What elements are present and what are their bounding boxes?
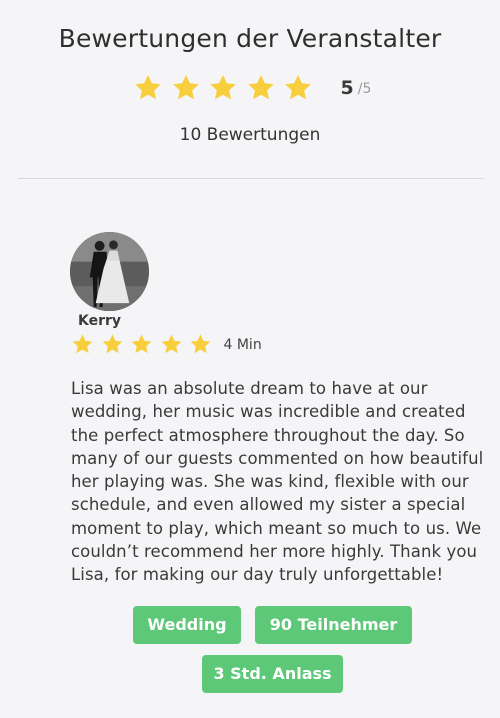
star-icon [133,73,163,103]
avatar [70,232,149,311]
page-title: Bewertungen der Veranstalter [58,24,442,53]
star-icon [171,73,201,103]
reviewer-name: Kerry [78,313,122,329]
star-icon [71,333,94,356]
rating-score: 5 [340,77,354,99]
overall-rating: 5 /5 [133,73,371,103]
review-text: Lisa was an absolute dream to have at ou… [71,379,484,585]
star-icon [130,333,153,356]
review-count: 10 Bewertungen [179,125,321,145]
review-rating: 4 Min [71,333,262,356]
rating-max: /5 [357,81,372,97]
star-icon [246,73,276,103]
star-icon [160,333,183,356]
tag-event-type: Wedding [133,606,241,644]
star-icon [189,333,212,356]
tag-guest-count: 90 Teilnehmer [255,606,412,644]
star-icon [101,333,124,356]
star-icon [283,73,313,103]
tag-duration: 3 Std. Anlass [202,655,343,693]
star-icon [208,73,238,103]
divider [18,178,484,179]
reviewer-photo [70,232,149,311]
review-time: 4 Min [223,336,262,353]
